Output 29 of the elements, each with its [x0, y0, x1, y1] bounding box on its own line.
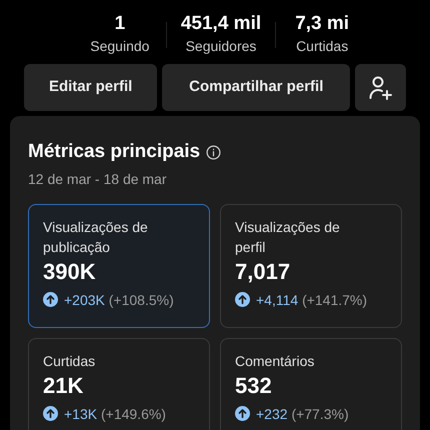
metric-label: Comentários: [235, 352, 316, 370]
stat-value: 7,3 mi: [295, 12, 350, 36]
metric-card[interactable]: Comentários 532 +232 (+77.3%): [220, 338, 402, 430]
metric-change: +13K (+149.6%): [64, 404, 166, 422]
metric-change: +4,114 (+141.7%): [256, 290, 368, 308]
metric-change: +232 (+77.3%): [256, 404, 349, 422]
metric-card[interactable]: Visualizações de publicação 390K +203K (+108.5%): [28, 204, 210, 328]
stat-label: Curtidas: [296, 37, 348, 56]
stat-label: Seguindo: [90, 37, 150, 56]
metric-value: 21K: [43, 372, 84, 400]
profile-button[interactable]: Compartilhar perfil: [162, 64, 350, 111]
metric-change: +203K (+108.5%): [64, 290, 174, 308]
panel-title: Métricas principais: [28, 140, 200, 164]
metric-card[interactable]: Visualizações de perfil 7,017 +4,114 (+141.7%): [220, 204, 402, 328]
metric-label: Curtidas: [43, 352, 96, 370]
metric-card[interactable]: Curtidas 21K +13K (+149.6%): [28, 338, 210, 430]
metric-label: Visualizações de publicação: [43, 218, 149, 256]
info-icon: [206, 144, 222, 160]
metric-value: 532: [235, 372, 273, 400]
metric-value: 7,017: [235, 258, 292, 286]
date-range: 12 de mar - 18 de mar: [28, 170, 168, 188]
add-person-icon: [368, 74, 394, 100]
stat-label: Seguidores: [186, 37, 256, 56]
stat-value: 1: [114, 12, 126, 36]
profile-button[interactable]: Editar perfil: [24, 64, 158, 111]
metric-value: 390K: [43, 258, 97, 286]
stat-value: 451,4 mil: [180, 12, 262, 36]
metric-label: Visualizações de perfil: [235, 218, 341, 256]
add-friend-button[interactable]: [355, 64, 406, 111]
